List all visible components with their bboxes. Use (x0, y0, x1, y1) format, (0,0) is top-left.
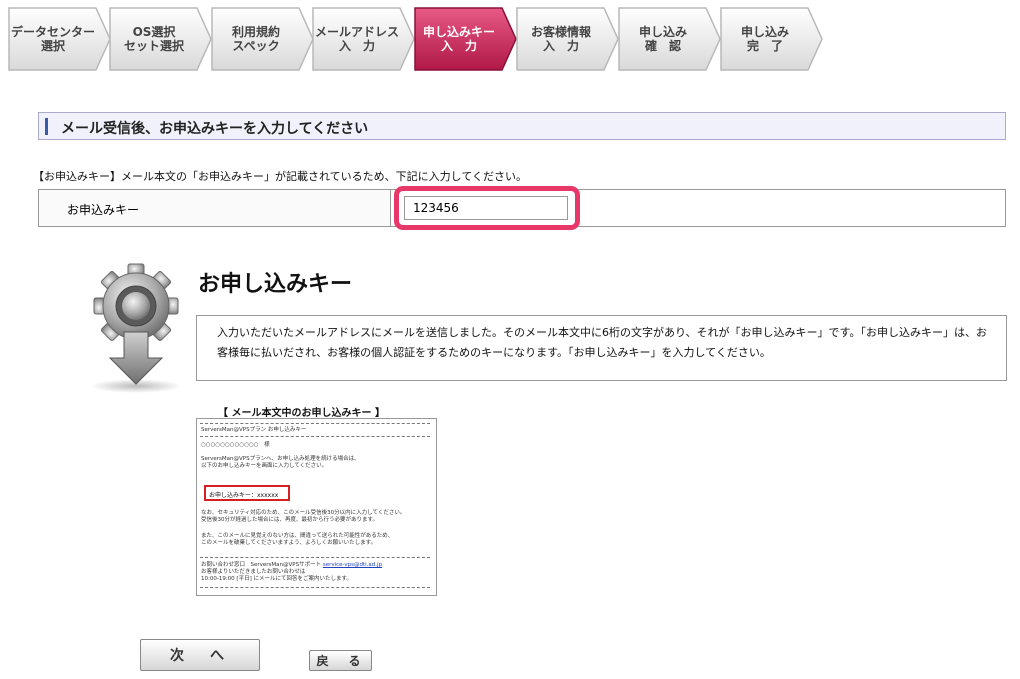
step-label-line1: メールアドレス (314, 25, 399, 39)
mail-note-line: このメールを破棄してくださいますよう、よろしくお願いいたします。 (201, 540, 377, 546)
back-button[interactable]: 戻 る (309, 650, 372, 671)
step-progress-bar: データセンター 選択 OS選択 セット選択 利用規約 スペック メールアドレス入 力 … (0, 0, 1020, 76)
mail-addressee: ○○○○○○○○○○○○ 様 (201, 442, 270, 448)
divider (200, 423, 430, 424)
step-customer-info: お客様情報入 力 (514, 6, 626, 72)
heading-accent-bar (45, 118, 48, 135)
step-label-line1: 申し込み (638, 25, 687, 39)
step-label-line2: スペック (232, 39, 280, 53)
step-label-line1: 利用規約 (231, 25, 280, 39)
mail-note-line: また、このメールに見覚えのない方は、間違って送られた可能性があるため、 (201, 533, 394, 539)
step-terms: 利用規約 スペック (209, 6, 321, 72)
section-heading: メール受信後、お申込みキーを入力してください (38, 112, 1006, 140)
divider (200, 436, 430, 437)
step-os: OS選択 セット選択 (107, 6, 219, 72)
step-label-line2: 入 力 (542, 39, 579, 53)
step-confirm: 申し込み確 認 (616, 6, 728, 72)
mail-contact-prefix: お問い合わせ窓口 ServersMan@VPSサポート (201, 562, 322, 568)
next-button[interactable]: 次 へ (140, 639, 260, 671)
key-label-cell: お申込みキー (39, 190, 391, 226)
mail-contact-line: お客様よりいただきましたお問い合わせは (201, 569, 306, 575)
step-datacenter: データセンター 選択 (6, 6, 118, 72)
mail-subject: ServersMan@VPSプラン お申し込みキー (201, 427, 307, 433)
mail-contact-line: お問い合わせ窓口 ServersMan@VPSサポート service-vps@… (201, 562, 382, 569)
step-key-current: 申し込みキー入 力 (412, 6, 524, 72)
mail-note-line: なお、セキュリティ対応のため、このメール受信後30分以内に入力してください。 (201, 510, 406, 516)
mail-key-line: お申し込みキー：xxxxxx (209, 492, 279, 499)
mail-body-line: 以下のお申し込みキーを画面に入力してください。 (201, 463, 328, 469)
mail-contact-link: service-vps@dti.ad.jp (322, 562, 383, 568)
step-label-line1: お客様情報 (530, 25, 591, 39)
mail-note-line: 受信後30分が経過した場合には、再度、最初から行う必要があります。 (201, 517, 378, 523)
application-key-input[interactable] (404, 196, 568, 220)
step-label-line1: データセンター (10, 25, 95, 39)
step-label-line2: セット選択 (123, 39, 184, 53)
mail-sample-caption: 【 メール本文中のお申し込みキー 】 (218, 408, 385, 419)
divider (200, 557, 430, 558)
step-label-line2: 完 了 (746, 39, 783, 53)
info-title: お申し込みキー (198, 272, 353, 297)
step-label-line2: 入 力 (440, 39, 477, 53)
step-label-line1: OS選択 (132, 25, 176, 39)
step-complete: 申し込み完 了 (718, 6, 830, 72)
step-email: メールアドレス入 力 (310, 6, 422, 72)
info-text: 入力いただいたメールアドレスにメールを送信しました。そのメール本文中に6桁の文字… (217, 326, 987, 359)
mail-sample-image: ServersMan@VPSプラン お申し込みキー ○○○○○○○○○○○○ 様… (196, 418, 437, 596)
section-heading-text: メール受信後、お申込みキーを入力してください (61, 121, 369, 137)
mail-body-line: ServersMan@VPSプランへ、お申し込み処理を続ける場合は、 (201, 456, 360, 462)
key-field-label: お申込みキー (67, 203, 140, 217)
step-label-line1: 申し込み (740, 25, 789, 39)
step-label-line2: 入 力 (338, 39, 375, 53)
divider (200, 587, 430, 588)
gear-download-icon (90, 263, 182, 393)
step-label-line1: 申し込みキー (422, 25, 495, 39)
instruction-text: 【お申込みキー】メール本文の「お申込みキー」が記載されているため、下記に入力して… (33, 170, 528, 183)
mail-key-box: お申し込みキー：xxxxxx (204, 485, 290, 501)
mail-contact-line: 10:00-19:00 [平日] にメールにて回答をご案内いたします。 (201, 576, 352, 582)
step-label-line2: 確 認 (644, 39, 681, 53)
step-label-line2: 選択 (40, 39, 65, 53)
info-box: 入力いただいたメールアドレスにメールを送信しました。そのメール本文中に6桁の文字… (196, 315, 1007, 381)
